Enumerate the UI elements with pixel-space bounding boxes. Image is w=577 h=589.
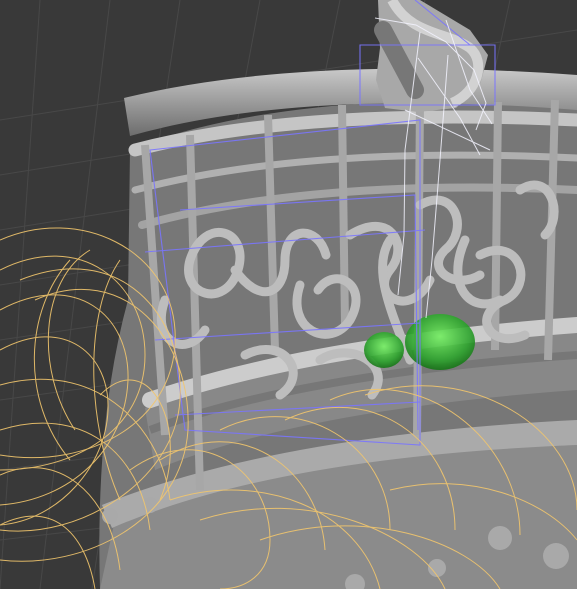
3d-viewport[interactable]: [0, 0, 577, 589]
scene-render[interactable]: [0, 0, 577, 589]
balcony-model[interactable]: [99, 0, 577, 589]
right-foot-ik-handle[interactable]: [405, 314, 475, 370]
left-foot-ik-handle[interactable]: [364, 332, 404, 368]
